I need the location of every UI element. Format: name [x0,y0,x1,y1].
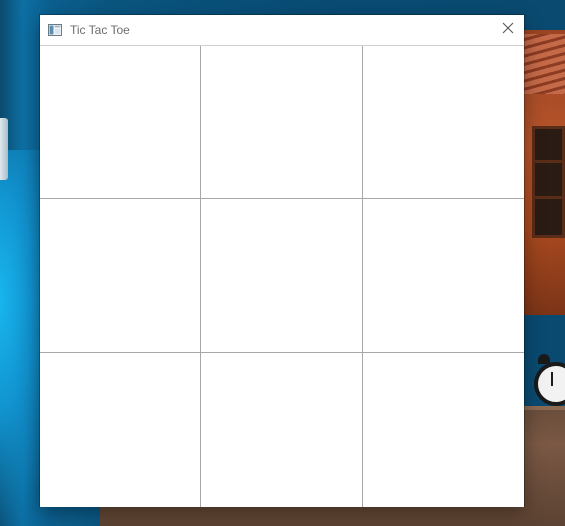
title-bar[interactable]: Tic Tac Toe [40,15,524,45]
wallpaper-lamp [0,118,8,180]
board-cell-3-2[interactable] [201,353,363,507]
board-cell-1-3[interactable] [363,46,524,199]
desktop-background: Tic Tac Toe [0,0,565,526]
board-cell-2-2[interactable] [201,199,363,353]
window-app-icon [48,23,62,37]
wallpaper-roof [520,34,565,94]
board-cell-3-3[interactable] [363,353,524,507]
board-cell-2-3[interactable] [363,199,524,353]
board-cell-1-1[interactable] [40,46,201,199]
board-cell-1-2[interactable] [201,46,363,199]
close-icon [502,21,514,39]
board-cell-3-1[interactable] [40,353,201,507]
game-board [40,45,524,507]
close-button[interactable] [492,15,524,45]
board-cell-2-1[interactable] [40,199,201,353]
wallpaper-alarm-clock [534,362,565,406]
wallpaper-clock-hand [551,372,553,386]
window-title: Tic Tac Toe [70,23,130,37]
wallpaper-window-bar [532,196,565,199]
wallpaper-house-window [532,126,565,238]
tic-tac-toe-window: Tic Tac Toe [40,15,524,507]
wallpaper-window-bar [532,160,565,163]
